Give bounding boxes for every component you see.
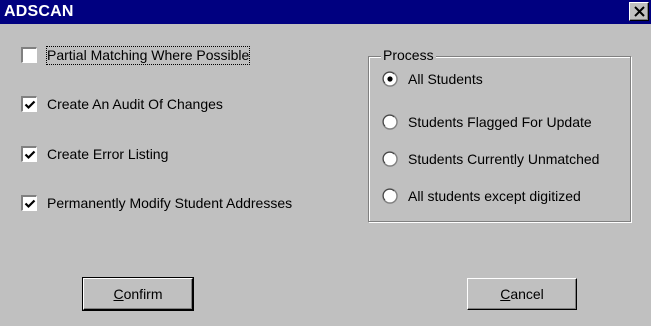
adscan-dialog: ADSCAN Partial Matching Where Possible C…	[0, 0, 651, 326]
audit-changes-label[interactable]: Create An Audit Of Changes	[47, 96, 223, 113]
error-listing-checkbox[interactable]	[21, 146, 37, 162]
error-listing-label[interactable]: Create Error Listing	[47, 146, 168, 163]
modify-addresses-label[interactable]: Permanently Modify Student Addresses	[47, 195, 292, 212]
confirm-label-rest: onfirm	[123, 286, 163, 302]
confirm-button[interactable]: Confirm	[82, 277, 194, 311]
radio-selected-icon[interactable]	[382, 71, 398, 87]
process-groupbox: Process All Students Students Flagged Fo…	[368, 47, 631, 222]
radio-unselected-icon[interactable]	[382, 188, 398, 204]
checkmark-icon	[24, 150, 36, 160]
close-button[interactable]	[629, 2, 649, 21]
except-digitized-label[interactable]: All students except digitized	[408, 188, 581, 205]
confirm-mnemonic: C	[113, 286, 124, 302]
currently-unmatched-label[interactable]: Students Currently Unmatched	[408, 151, 599, 168]
window-title: ADSCAN	[4, 3, 74, 20]
partial-matching-checkbox[interactable]	[21, 47, 37, 63]
flagged-update-label[interactable]: Students Flagged For Update	[408, 114, 592, 131]
process-group-title: Process	[381, 47, 436, 64]
audit-changes-checkbox[interactable]	[21, 96, 37, 112]
cancel-button[interactable]: Cancel	[467, 278, 577, 310]
cancel-mnemonic: C	[500, 286, 511, 302]
title-bar[interactable]: ADSCAN	[0, 0, 651, 24]
close-icon	[634, 6, 645, 17]
radio-unselected-icon[interactable]	[382, 114, 398, 130]
radio-unselected-icon[interactable]	[382, 151, 398, 167]
partial-matching-label[interactable]: Partial Matching Where Possible	[45, 46, 251, 65]
checkmark-icon	[24, 100, 36, 110]
modify-addresses-checkbox[interactable]	[21, 195, 37, 211]
checkmark-icon	[24, 199, 36, 209]
cancel-label-rest: ancel	[510, 286, 544, 302]
all-students-label[interactable]: All Students	[408, 71, 483, 88]
